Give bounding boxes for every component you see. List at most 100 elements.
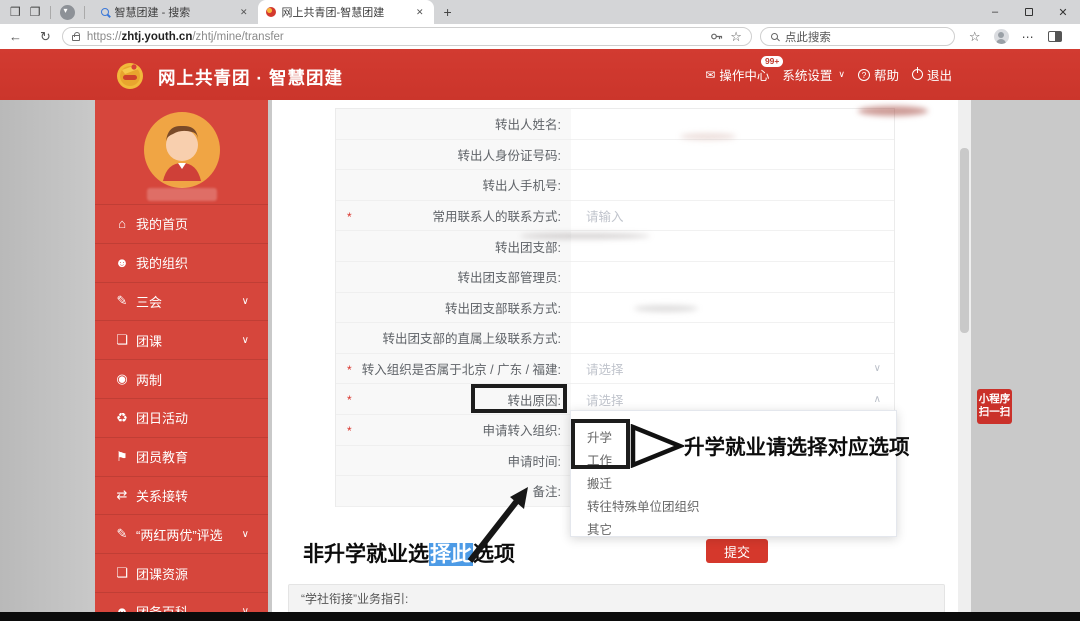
browser-tab-bar: ❒ ❐ 智慧团建 - 搜索 ✕ 网上共青团-智慧团建 ✕ +	[0, 0, 1080, 24]
divider	[84, 6, 85, 19]
redacted-value-smudge	[634, 305, 698, 312]
new-tab-button[interactable]: +	[434, 4, 462, 20]
notification-badge: 99+	[761, 56, 783, 67]
sidebar-item[interactable]: ✎ 三会 ∨	[95, 282, 268, 321]
sidebar-toggle-icon[interactable]	[1048, 31, 1062, 42]
tab-title: 智慧团建 - 搜索	[115, 4, 232, 20]
quick-search-box[interactable]: 点此搜索	[760, 27, 955, 46]
maximize-button[interactable]	[1012, 0, 1046, 24]
redacted-value-smudge	[858, 106, 928, 116]
question-icon: ?	[858, 69, 870, 81]
form-label-cell: * 转出人身份证号码:	[336, 140, 571, 171]
bookmark-star-icon[interactable]: ☆	[730, 30, 742, 43]
search-placeholder: 点此搜索	[785, 29, 831, 45]
tab-title: 网上共青团-智慧团建	[282, 4, 408, 20]
sidebar-item[interactable]: ❏ 团课 ∨	[95, 320, 268, 359]
sidebar-item[interactable]: ⌂ 我的首页 ∨	[95, 204, 268, 243]
sidebar-item[interactable]: ⚑ 团员教育 ∨	[95, 437, 268, 476]
sidebar-item-label: 三会	[136, 292, 162, 311]
folder-icon: ❏	[114, 332, 130, 348]
sidebar-item[interactable]: ♻ 团日活动 ∨	[95, 398, 268, 437]
form-label: 转出人姓名:	[495, 114, 561, 133]
required-asterisk: *	[347, 393, 352, 407]
sidebar-item-label: 关系接转	[136, 486, 188, 505]
sidebar-item[interactable]: ⇄ 关系接转 ∨	[95, 476, 268, 515]
form-value-cell[interactable]: 请选择 ∨	[571, 354, 894, 385]
form-placeholder: 请选择	[586, 390, 624, 409]
form-label-cell: * 申请时间:	[336, 446, 571, 477]
browser-menu-icon[interactable]: ⋯	[1022, 30, 1035, 44]
select-chevron-icon: ∧	[874, 394, 881, 405]
user-avatar	[143, 111, 221, 189]
tab-close-icon[interactable]: ✕	[414, 7, 426, 18]
scrollbar-thumb[interactable]	[960, 148, 969, 333]
menu-operation-center[interactable]: ✉ 操作中心 99+	[705, 65, 769, 84]
browser-tab[interactable]: 网上共青团-智慧团建 ✕	[258, 0, 434, 24]
back-button[interactable]: ←	[0, 29, 31, 44]
minimize-button[interactable]: –	[978, 0, 1012, 24]
people-icon: ☻	[114, 255, 130, 270]
league-emblem-logo	[112, 57, 148, 93]
form-value-cell[interactable]	[571, 170, 894, 201]
lock-icon	[72, 35, 80, 41]
form-row: * 转出团支部联系方式:	[336, 293, 894, 324]
form-row: * 转入组织是否属于北京 / 广东 / 福建: 请选择 ∨	[336, 354, 894, 385]
recycle-icon: ♻	[114, 410, 130, 426]
sidebar-item-label: 团课资源	[136, 564, 188, 583]
folder-icon: ❏	[114, 565, 130, 581]
page-body: ⌂ 我的首页 ∨ ☻ 我的组织 ∨ ✎ 三会 ∨	[0, 100, 1080, 612]
form-label-cell: * 转出团支部联系方式:	[336, 293, 571, 324]
dropdown-option[interactable]: 其它	[571, 517, 896, 540]
submit-button[interactable]: 提交	[706, 539, 768, 563]
url-field[interactable]: https://zhtj.youth.cn/zhtj/mine/transfer…	[62, 27, 752, 46]
sidebar-item-label: 两制	[136, 370, 162, 389]
power-icon	[912, 69, 923, 80]
miniapp-scan-badge[interactable]: 小程序 扫一扫	[977, 389, 1012, 424]
tab-close-icon[interactable]: ✕	[238, 7, 250, 18]
search-icon	[771, 33, 778, 40]
browser-tab[interactable]: 智慧团建 - 搜索 ✕	[93, 0, 258, 24]
form-value-cell[interactable]	[571, 293, 894, 324]
menu-help[interactable]: ? 帮助	[858, 65, 899, 84]
sidebar-item[interactable]: ❏ 团课资源 ∨	[95, 553, 268, 592]
redacted-value-smudge	[680, 133, 736, 140]
sidebar-item[interactable]: ☻ 团务百科 ∨	[95, 592, 268, 612]
sidebar-item[interactable]: ◉ 两制 ∨	[95, 359, 268, 398]
annotation-box-options	[571, 419, 630, 469]
tab-actions-icon[interactable]: ❐	[30, 6, 41, 18]
close-button[interactable]: ✕	[1046, 0, 1080, 24]
refresh-button[interactable]: ↻	[31, 29, 60, 45]
browser-address-bar: ← ↻ https://zhtj.youth.cn/zhtj/mine/tran…	[0, 24, 1080, 50]
workspaces-icon[interactable]: ❒	[10, 6, 21, 18]
menu-logout[interactable]: 退出	[912, 65, 952, 84]
form-label-cell: * 转出团支部管理员:	[336, 262, 571, 293]
sidebar-item[interactable]: ✎ “两红两优”评选 ∨	[95, 514, 268, 553]
sidebar-item[interactable]: ☻ 我的组织 ∨	[95, 243, 268, 282]
sidebar-item-label: 团务百科	[136, 602, 188, 612]
dropdown-option[interactable]: 转往特殊单位团组织	[571, 494, 896, 517]
favorites-icon[interactable]: ☆	[969, 30, 981, 43]
edit-icon: ✎	[114, 293, 130, 309]
dropdown-option[interactable]: 搬迁	[571, 471, 896, 494]
form-label-cell: * 转出人姓名:	[336, 109, 571, 140]
form-row: * 转出人身份证号码:	[336, 140, 894, 171]
annotation-box-reason-label	[471, 384, 567, 413]
form-row: * 转出人姓名:	[336, 109, 894, 140]
pinned-tab-icon[interactable]	[60, 5, 75, 20]
form-value-cell[interactable]	[571, 262, 894, 293]
form-value-cell[interactable]	[571, 140, 894, 171]
required-asterisk: *	[347, 363, 352, 377]
sidebar: ⌂ 我的首页 ∨ ☻ 我的组织 ∨ ✎ 三会 ∨	[95, 100, 268, 612]
form-label: 转出团支部管理员:	[458, 267, 561, 286]
password-key-icon[interactable]	[710, 30, 723, 43]
form-label-cell: * 转出团支部的直属上级联系方式:	[336, 323, 571, 354]
form-placeholder: 请选择	[586, 359, 624, 378]
menu-system-settings[interactable]: 系统设置 ∨	[782, 65, 845, 84]
sidebar-item-label: 团员教育	[136, 447, 188, 466]
annotation-hollow-arrow	[630, 424, 684, 468]
form-value-cell[interactable]: 请输入	[571, 201, 894, 232]
form-placeholder: 请输入	[586, 206, 624, 225]
profile-avatar-icon[interactable]	[994, 29, 1009, 44]
form-value-cell[interactable]	[571, 323, 894, 354]
app-title: 网上共青团 · 智慧团建	[158, 65, 343, 90]
